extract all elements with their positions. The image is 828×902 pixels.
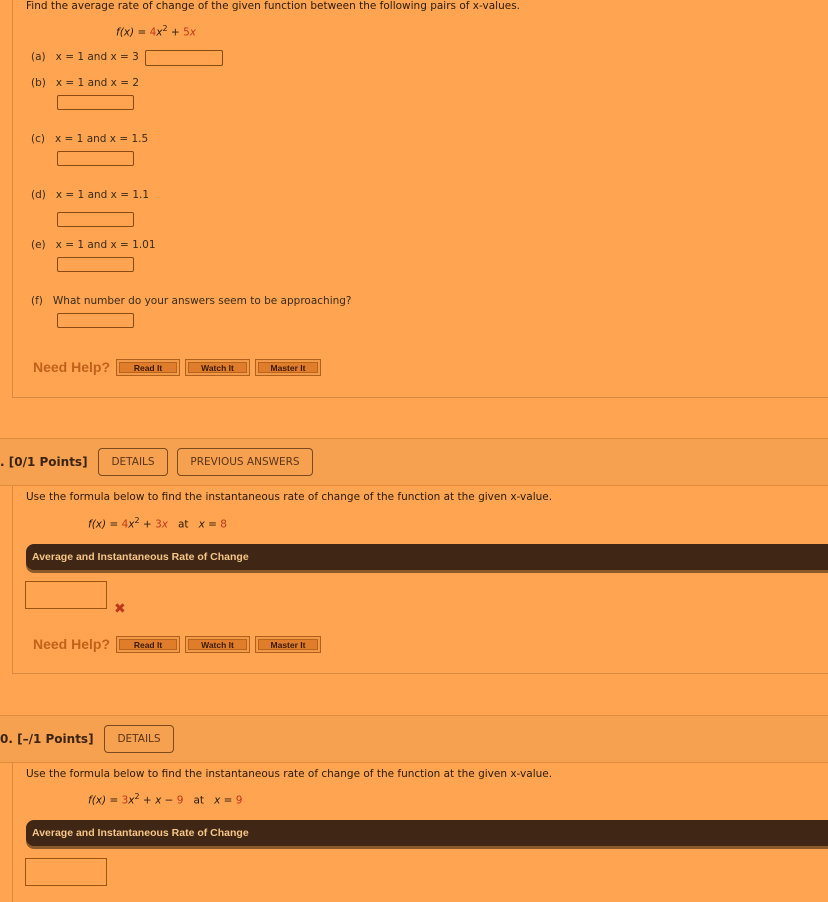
formula-at: at — [193, 794, 205, 807]
question-8-formula: f(x) = 4x2 + 5x — [116, 24, 196, 39]
part-text: x = 1 and x = 2 — [55, 77, 140, 89]
need-help-label: Need Help? — [33, 359, 111, 375]
part-b-label: (b) x = 1 and x = 2 — [31, 77, 139, 89]
formula-op: + — [139, 518, 156, 531]
part-f-label: (f) What number do your answers seem to … — [31, 295, 352, 307]
part-a-answer-input[interactable] — [145, 50, 223, 66]
formula-x-value: 9 — [235, 794, 243, 807]
question-8-prompt: Find the average rate of change of the g… — [26, 0, 521, 12]
part-letter: (e) — [31, 239, 46, 251]
part-text: What number do your answers seem to be a… — [52, 295, 352, 307]
formula-coef: 9 — [176, 794, 184, 807]
formula-eq: = — [106, 794, 122, 807]
question-9-header: . [0/1 Points] DETAILS PREVIOUS ANSWERS — [0, 438, 828, 486]
question-10-points: 0. [–/1 Points] — [0, 732, 94, 746]
read-it-button[interactable]: Read It — [116, 636, 180, 653]
part-text: x = 1 and x = 1.5 — [54, 133, 149, 145]
part-f-answer-input[interactable] — [57, 313, 134, 328]
question-number: 0. — [0, 732, 13, 746]
part-b-answer-input[interactable] — [57, 95, 134, 110]
formula-var: x — [161, 518, 168, 531]
watch-it-button[interactable]: Watch It — [185, 359, 250, 376]
question-9-formula: f(x) = 4x2 + 3x at x = 8 — [88, 516, 227, 531]
part-letter: (b) — [31, 77, 46, 89]
formula-eq: = — [106, 518, 122, 531]
part-c-answer-input[interactable] — [57, 151, 134, 166]
master-it-button[interactable]: Master It — [255, 359, 321, 376]
part-d-answer-input[interactable] — [57, 212, 134, 227]
details-button[interactable]: DETAILS — [98, 448, 168, 476]
formula-lhs: f(x) — [88, 794, 107, 807]
read-it-button[interactable]: Read It — [116, 359, 180, 376]
formula-var: x — [189, 26, 196, 39]
formula-lhs: f(x) — [88, 518, 107, 531]
incorrect-x-icon: ✖ — [114, 601, 126, 617]
formula-x-value: 8 — [220, 518, 227, 531]
part-text: x = 1 and x = 3 — [55, 51, 139, 63]
part-text: x = 1 and x = 1.1 — [55, 189, 150, 201]
part-letter: (d) — [31, 189, 46, 201]
formula-x-eq: x = — [198, 518, 221, 531]
question-10-prompt: Use the formula below to find the instan… — [26, 768, 553, 780]
formula-at: at — [178, 518, 189, 531]
formula-x-eq: x = — [214, 794, 236, 807]
formula-op: − — [161, 794, 177, 807]
formula-op: + — [167, 26, 184, 39]
question-9-prompt: Use the formula below to find the instan… — [26, 491, 553, 503]
part-letter: (c) — [31, 133, 45, 145]
part-d-label: (d) x = 1 and x = 1.1 — [31, 189, 149, 201]
topic-banner: Average and Instantaneous Rate of Change — [26, 544, 828, 570]
question-9-points: . [0/1 Points] — [0, 455, 88, 469]
details-button[interactable]: DETAILS — [104, 725, 174, 753]
part-letter: (f) — [31, 295, 43, 307]
part-a-label: (a) x = 1 and x = 3 — [31, 51, 139, 63]
formula-coef: 5 — [183, 26, 190, 39]
formula-eq: = — [134, 26, 150, 39]
formula-lhs: f(x) — [116, 26, 135, 39]
points-label: [0/1 Points] — [8, 455, 88, 469]
watch-it-button[interactable]: Watch It — [185, 636, 250, 653]
formula-coef: 3 — [155, 518, 162, 531]
points-label: [–/1 Points] — [17, 732, 94, 746]
topic-banner: Average and Instantaneous Rate of Change — [26, 820, 828, 846]
need-help-label: Need Help? — [33, 636, 111, 652]
question-9-answer-input[interactable] — [25, 581, 107, 609]
part-c-label: (c) x = 1 and x = 1.5 — [31, 133, 148, 145]
part-letter: (a) — [31, 51, 46, 63]
part-e-label: (e) x = 1 and x = 1.01 — [31, 239, 156, 251]
part-text: x = 1 and x = 1.01 — [55, 239, 156, 251]
formula-op: + — [139, 794, 156, 807]
part-e-answer-input[interactable] — [57, 257, 134, 272]
question-number: . — [0, 455, 5, 469]
master-it-button[interactable]: Master It — [255, 636, 321, 653]
question-10-answer-input[interactable] — [25, 858, 107, 886]
previous-answers-button[interactable]: PREVIOUS ANSWERS — [177, 448, 313, 476]
question-10-header: 0. [–/1 Points] DETAILS — [0, 715, 828, 763]
question-10-formula: f(x) = 3x2 + x − 9 at x = 9 — [88, 792, 242, 807]
